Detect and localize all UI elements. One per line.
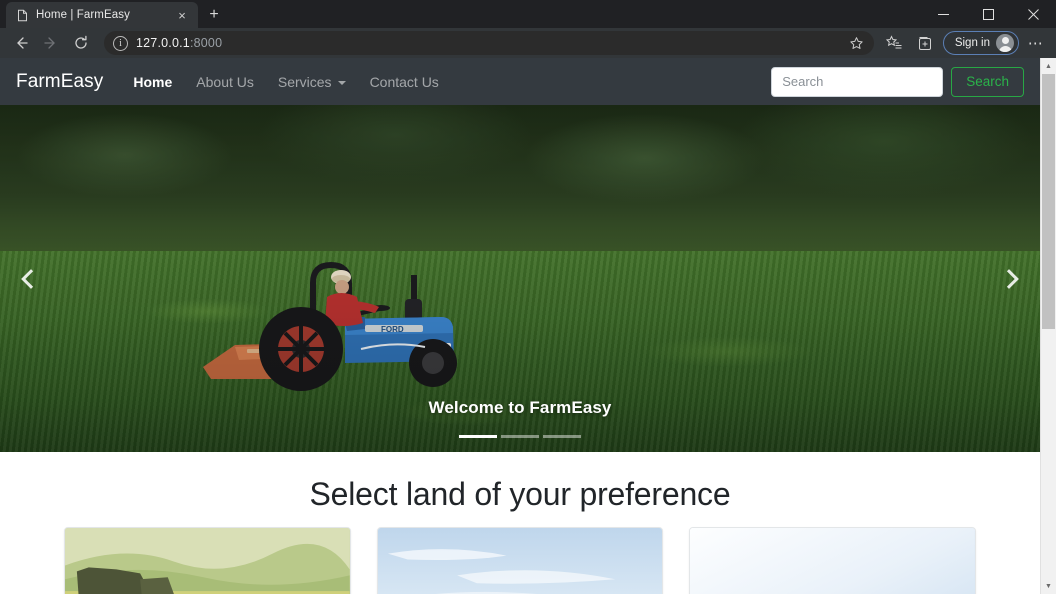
chevron-right-icon	[999, 268, 1019, 289]
refresh-icon[interactable]	[66, 30, 96, 56]
nav-item-about-us[interactable]: About Us	[184, 74, 266, 90]
site-nav-links: Home About Us Services Contact Us	[121, 74, 450, 90]
sign-in-button[interactable]: Sign in	[942, 31, 1019, 55]
collections-icon[interactable]	[910, 30, 940, 56]
land-card[interactable]	[376, 527, 664, 594]
page-icon	[16, 9, 29, 22]
nav-item-contact-us-label: Contact Us	[369, 73, 439, 90]
site-brand[interactable]: FarmEasy	[16, 71, 103, 93]
browser-tab[interactable]: Home | FarmEasy ×	[6, 2, 198, 28]
window-close-icon[interactable]	[1011, 0, 1056, 28]
search-input[interactable]	[771, 66, 944, 97]
search-button[interactable]: Search	[951, 66, 1024, 97]
chevron-left-icon	[21, 268, 41, 289]
carousel-caption-title: Welcome to FarmEasy	[428, 398, 612, 417]
carousel-indicators	[0, 435, 1040, 438]
nav-item-services-label: Services	[277, 73, 332, 90]
new-tab-button[interactable]: +	[202, 4, 226, 26]
forward-icon[interactable]	[36, 30, 66, 56]
close-icon[interactable]: ×	[174, 7, 190, 23]
hero-carousel: FORD	[0, 105, 1040, 452]
carousel-caption: Welcome to FarmEasy	[0, 398, 1040, 418]
land-card-image	[690, 528, 976, 594]
avatar	[996, 34, 1014, 52]
web-page: FarmEasy Home About Us Services Contact …	[0, 58, 1040, 594]
nav-item-services[interactable]: Services	[266, 74, 358, 90]
page-title: Select land of your preference	[309, 476, 731, 512]
carousel-indicator-1[interactable]	[459, 435, 497, 438]
nav-item-home-label: Home	[133, 73, 173, 90]
address-port: :8000	[189, 36, 223, 50]
window-controls	[921, 0, 1056, 28]
maximize-icon[interactable]	[966, 0, 1011, 28]
favorite-star-icon[interactable]	[844, 36, 870, 51]
address-text: 127.0.0.1:8000	[136, 36, 836, 50]
scrollbar-track[interactable]	[1041, 74, 1056, 578]
browser-toolbar: i 127.0.0.1:8000 Sign in ⋯	[0, 28, 1056, 58]
carousel-indicator-3[interactable]	[543, 435, 581, 438]
browser-more-icon[interactable]: ⋯	[1022, 30, 1050, 56]
nav-item-about-us-label: About Us	[196, 73, 254, 90]
land-card-list	[0, 513, 1040, 594]
land-card[interactable]	[689, 527, 977, 594]
page-viewport: FarmEasy Home About Us Services Contact …	[0, 58, 1056, 594]
minimize-icon[interactable]	[921, 0, 966, 28]
chevron-down-icon	[337, 80, 346, 85]
address-host: 127.0.0.1	[136, 36, 190, 50]
sign-in-label: Sign in	[954, 37, 990, 49]
land-card-image	[377, 528, 663, 594]
back-icon[interactable]	[6, 30, 36, 56]
page-scrollbar[interactable]: ▲ ▼	[1040, 58, 1056, 594]
favorites-list-icon[interactable]	[880, 30, 910, 56]
site-navbar: FarmEasy Home About Us Services Contact …	[0, 58, 1040, 105]
address-bar[interactable]: i 127.0.0.1:8000	[104, 31, 874, 55]
carousel-indicator-2[interactable]	[501, 435, 539, 438]
nav-item-home[interactable]: Home	[121, 74, 184, 90]
site-info-icon[interactable]: i	[113, 35, 128, 51]
tab-title: Home | FarmEasy	[36, 9, 130, 21]
nav-item-contact-us[interactable]: Contact Us	[358, 74, 451, 90]
land-card-image	[65, 528, 350, 594]
scroll-down-icon[interactable]: ▼	[1041, 578, 1056, 594]
browser-window: Home | FarmEasy × + i 127.0.0.1:8000 Sig…	[0, 0, 1056, 594]
site-search-form: Search	[771, 66, 1024, 97]
land-card[interactable]	[64, 527, 351, 594]
browser-title-bar: Home | FarmEasy × +	[0, 0, 1056, 28]
scroll-up-icon[interactable]: ▲	[1041, 58, 1056, 74]
scrollbar-thumb[interactable]	[1042, 74, 1055, 329]
